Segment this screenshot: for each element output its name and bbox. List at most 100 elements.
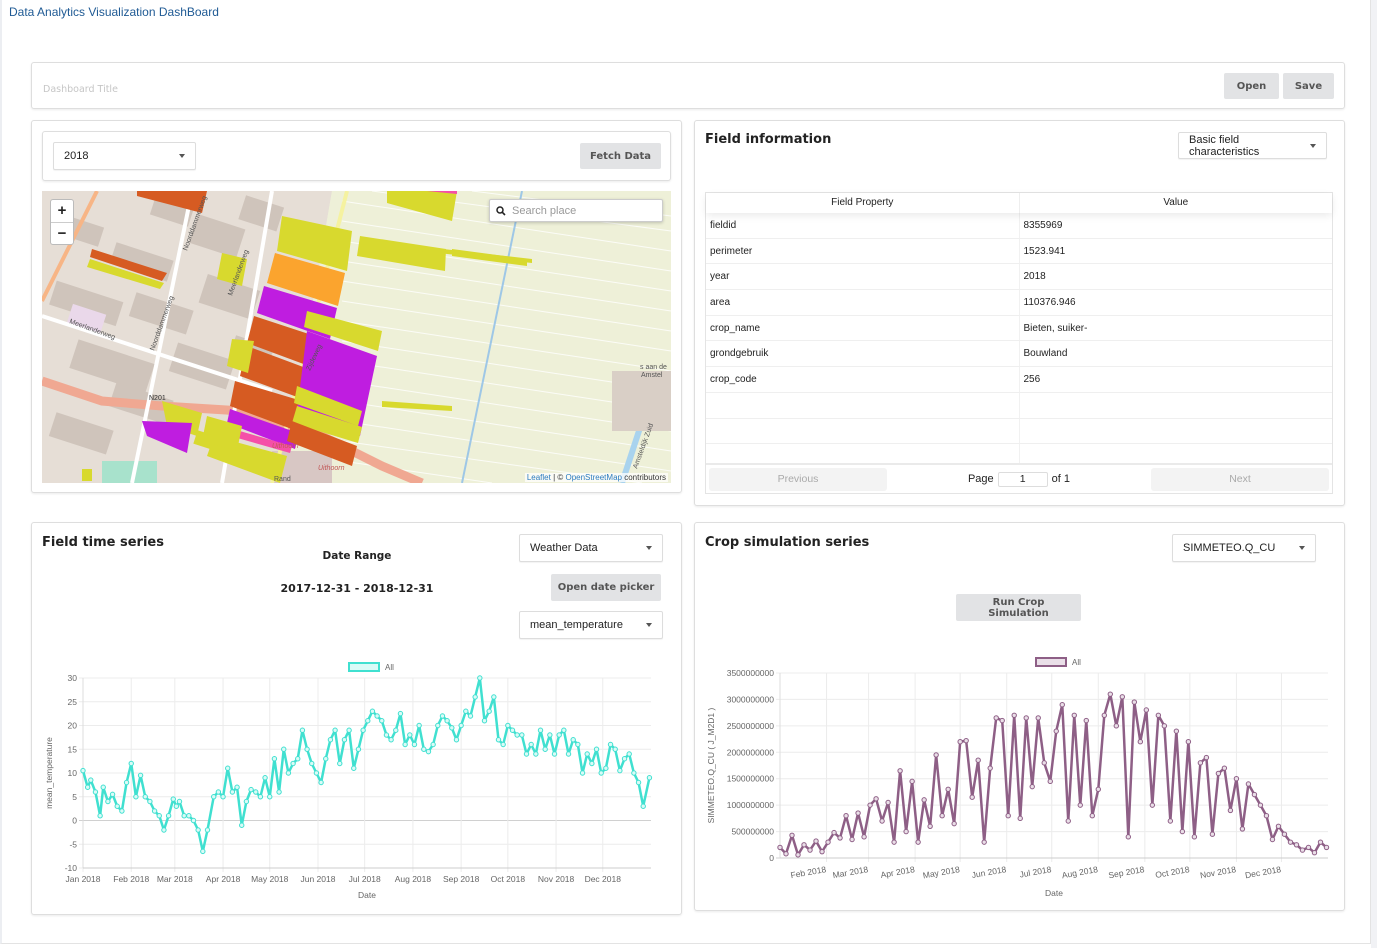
data-point bbox=[84, 784, 91, 790]
data-point bbox=[92, 789, 99, 795]
table-row[interactable]: perimeter 1523.941 bbox=[706, 238, 1332, 265]
run-crop-simulation-button[interactable]: Run Crop Simulation bbox=[956, 594, 1081, 621]
data-point bbox=[593, 746, 600, 752]
data-point bbox=[200, 848, 206, 855]
crop-variable-select[interactable]: SIMMETEO.Q_CU bbox=[1172, 534, 1316, 562]
data-point bbox=[229, 789, 236, 795]
cell-value: Bieten, suiker- bbox=[1023, 322, 1088, 334]
data-point bbox=[1263, 813, 1270, 819]
table-row[interactable]: area 110376.946 bbox=[706, 290, 1332, 316]
data-point bbox=[309, 760, 315, 767]
data-point bbox=[220, 794, 226, 800]
data-source-select[interactable]: Weather Data bbox=[519, 534, 663, 562]
map-zoom-control: + − bbox=[50, 199, 74, 245]
previous-page-button[interactable]: Previous bbox=[709, 467, 887, 491]
data-point bbox=[584, 751, 590, 757]
series-line bbox=[81, 676, 651, 853]
map-search-input[interactable]: Search place bbox=[489, 199, 663, 222]
data-point bbox=[97, 813, 103, 819]
table-row[interactable] bbox=[706, 392, 1332, 419]
open-button[interactable]: Open bbox=[1224, 73, 1279, 99]
variable-select[interactable]: mean_temperature bbox=[519, 611, 663, 639]
y-tick-label: 1000000000 bbox=[727, 800, 775, 810]
data-point bbox=[646, 775, 653, 781]
osm-link[interactable]: OpenStreetMap bbox=[565, 473, 621, 482]
x-tick-label: Oct 2018 bbox=[1155, 864, 1191, 880]
data-point bbox=[795, 852, 801, 858]
page-number-input[interactable]: 1 bbox=[997, 471, 1048, 487]
data-point bbox=[458, 722, 464, 729]
zoom-out-button[interactable]: − bbox=[51, 223, 73, 245]
page-scrollbar[interactable] bbox=[1371, 0, 1377, 948]
data-point bbox=[449, 725, 455, 731]
data-point bbox=[170, 796, 176, 802]
field-info-title: Field information bbox=[705, 132, 832, 147]
data-point bbox=[239, 822, 245, 828]
data-point bbox=[1173, 728, 1180, 734]
map-toolbar: 2018 Fetch Data bbox=[42, 131, 671, 181]
open-date-picker-button[interactable]: Open date picker bbox=[551, 574, 661, 601]
y-tick-label: 0 bbox=[72, 816, 77, 826]
data-point bbox=[1053, 728, 1059, 734]
data-point bbox=[777, 844, 783, 851]
map-tiles: Meerlanderweg Noorddammerweg Meerlanderw… bbox=[42, 191, 671, 483]
field-info-select[interactable]: Basic field characteristics bbox=[1178, 132, 1327, 159]
leaflet-link[interactable]: Leaflet bbox=[527, 473, 551, 482]
data-point bbox=[346, 727, 352, 733]
table-row[interactable]: crop_code 256 bbox=[706, 367, 1332, 393]
data-point bbox=[176, 798, 183, 805]
data-point bbox=[243, 798, 250, 805]
data-point bbox=[128, 760, 134, 767]
data-point bbox=[533, 751, 539, 757]
table-row[interactable]: crop_name Bieten, suiker- bbox=[706, 315, 1332, 342]
data-point bbox=[621, 756, 628, 762]
y-tick-label: 1500000000 bbox=[727, 774, 775, 784]
data-point bbox=[556, 732, 562, 738]
data-point bbox=[253, 789, 259, 795]
column-header-value[interactable]: Value bbox=[1020, 193, 1333, 213]
data-point bbox=[807, 847, 813, 853]
data-point bbox=[975, 757, 981, 763]
table-row[interactable] bbox=[706, 418, 1332, 445]
dashboard-title-input[interactable]: Dashboard Title bbox=[43, 84, 118, 95]
data-point bbox=[257, 794, 264, 800]
data-point bbox=[547, 732, 553, 738]
data-point bbox=[495, 737, 502, 743]
data-point bbox=[1209, 831, 1216, 837]
save-button[interactable]: Save bbox=[1283, 73, 1334, 99]
fetch-data-button[interactable]: Fetch Data bbox=[580, 143, 661, 169]
data-point bbox=[542, 746, 548, 752]
data-point bbox=[337, 760, 343, 767]
data-point bbox=[318, 779, 324, 786]
zoom-in-button[interactable]: + bbox=[51, 200, 73, 223]
data-point bbox=[477, 675, 483, 681]
data-point bbox=[575, 741, 581, 748]
data-point bbox=[393, 727, 399, 733]
data-point bbox=[186, 813, 192, 819]
data-point bbox=[123, 779, 130, 786]
data-point bbox=[1323, 844, 1330, 851]
data-point bbox=[383, 732, 390, 738]
svg-text:Uithoorn: Uithoorn bbox=[318, 465, 345, 472]
chevron-down-icon bbox=[646, 623, 652, 627]
data-point bbox=[1035, 715, 1041, 721]
data-point bbox=[617, 767, 623, 774]
data-point bbox=[927, 823, 933, 829]
x-tick-label: Jul 2018 bbox=[349, 874, 381, 884]
y-tick-label: 25 bbox=[68, 697, 78, 707]
table-row[interactable]: year 2018 bbox=[706, 264, 1332, 291]
column-header-property[interactable]: Field Property bbox=[706, 193, 1020, 213]
data-point bbox=[360, 727, 366, 733]
data-point bbox=[341, 737, 348, 743]
field-map[interactable]: Meerlanderweg Noorddammerweg Meerlanderw… bbox=[42, 191, 671, 483]
data-point bbox=[351, 765, 357, 771]
table-row[interactable]: grondgebruik Bouwland bbox=[706, 341, 1332, 368]
next-page-button[interactable]: Next bbox=[1151, 467, 1329, 491]
data-point bbox=[915, 839, 921, 845]
data-point bbox=[374, 713, 380, 719]
table-row[interactable]: fieldid 8355969 bbox=[706, 213, 1332, 239]
map-sports-field bbox=[102, 461, 157, 483]
x-tick-label: Mar 2018 bbox=[157, 874, 193, 884]
year-select[interactable]: 2018 bbox=[53, 142, 196, 170]
data-point bbox=[1047, 778, 1053, 785]
